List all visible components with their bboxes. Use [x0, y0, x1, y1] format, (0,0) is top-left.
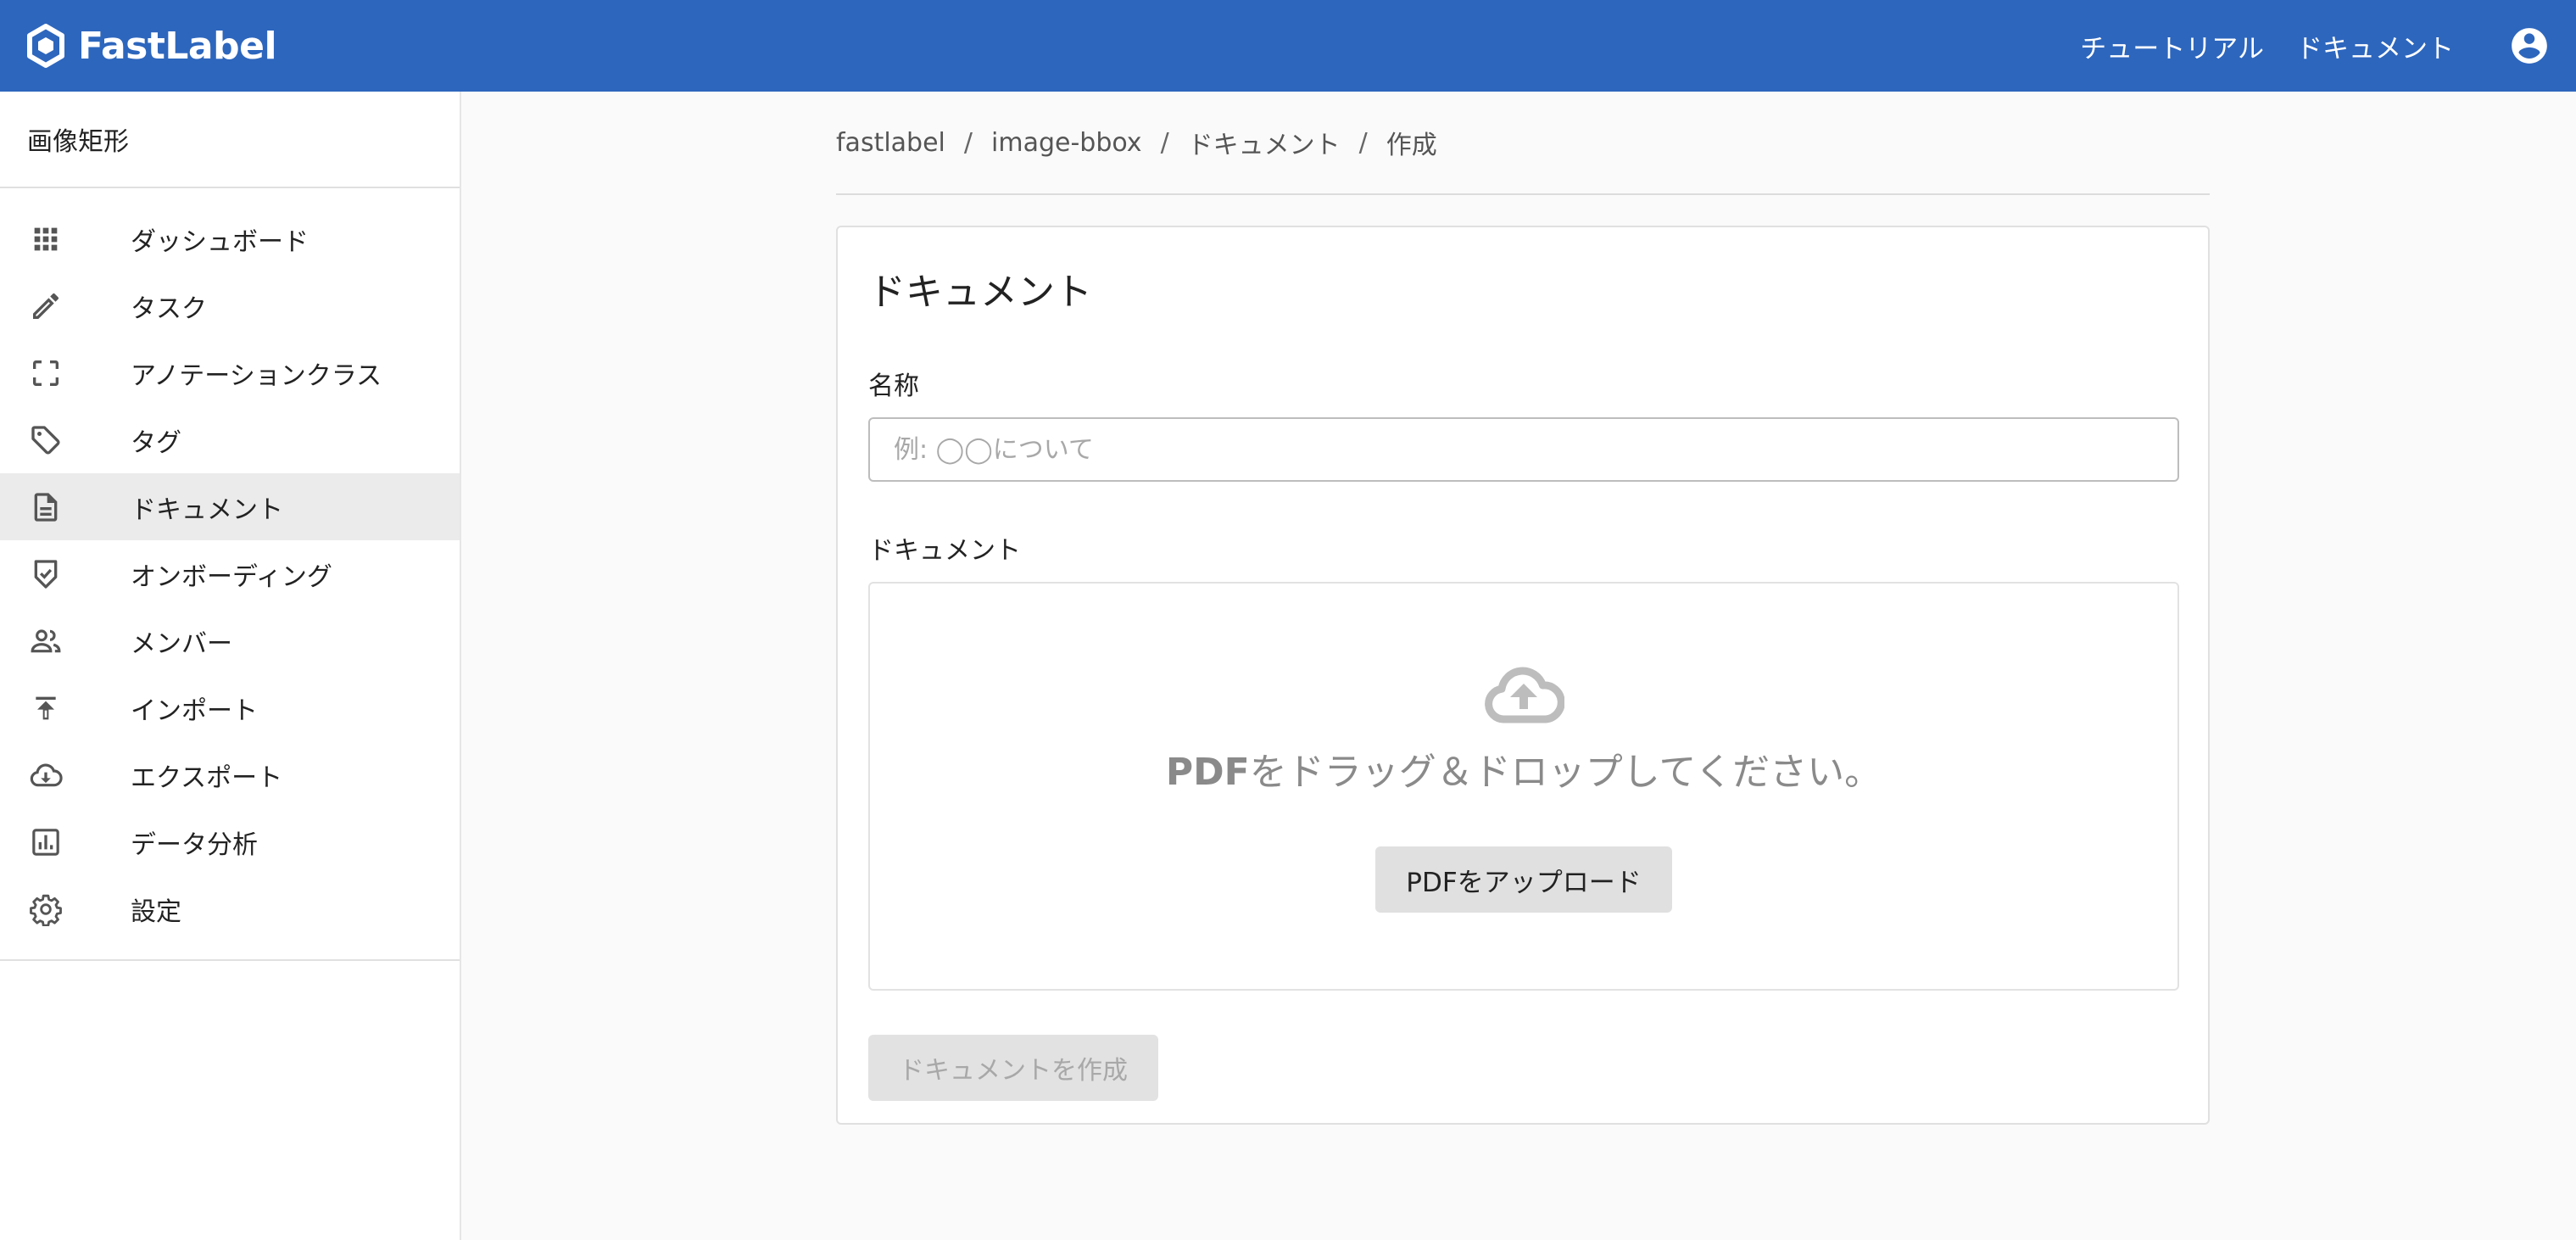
brand[interactable]: FastLabel	[25, 24, 277, 68]
breadcrumb-separator: /	[1358, 127, 1368, 158]
sidebar-item-label: アノテーションクラス	[131, 360, 382, 391]
shield-check-icon	[0, 557, 92, 591]
breadcrumb-item-documents[interactable]: ドキュメント	[1188, 124, 1341, 161]
name-field-label: 名称	[868, 371, 919, 401]
breadcrumb-item-project[interactable]: image-bbox	[991, 128, 1142, 158]
name-input[interactable]	[868, 417, 2179, 482]
sidebar-item-export[interactable]: エクスポート	[0, 741, 460, 808]
brand-name: FastLabel	[78, 24, 277, 68]
breadcrumb-item-workspace[interactable]: fastlabel	[836, 128, 945, 158]
sidebar-item-label: ドキュメント	[131, 494, 283, 525]
breadcrumb-item-current: 作成	[1386, 131, 1437, 160]
sidebar-item-analytics[interactable]: データ分析	[0, 808, 460, 875]
sidebar-item-label: ダッシュボード	[131, 226, 309, 257]
tag-icon	[0, 423, 92, 457]
sidebar-item-label: データ分析	[131, 829, 258, 860]
nav-document-link[interactable]: ドキュメント	[2296, 27, 2454, 65]
fastlabel-logo-icon	[27, 24, 64, 68]
sidebar-item-members[interactable]: メンバー	[0, 607, 460, 674]
nav-tutorial-link[interactable]: チュートリアル	[2080, 27, 2264, 65]
document-field-label: ドキュメント	[868, 536, 1021, 566]
upload-icon	[0, 691, 92, 725]
cloud-download-icon	[0, 758, 92, 792]
form-title: ドキュメント	[868, 271, 1092, 314]
sidebar-item-annotation-classes[interactable]: アノテーションクラス	[0, 339, 460, 406]
sidebar-item-label: エクスポート	[131, 762, 283, 793]
crop-free-icon	[0, 356, 92, 390]
header-nav: チュートリアル ドキュメント	[2080, 25, 2551, 67]
upload-pdf-button[interactable]: PDFをアップロード	[1375, 846, 1672, 913]
sidebar-item-onboarding[interactable]: オンボーディング	[0, 540, 460, 607]
sidebar-item-import[interactable]: インポート	[0, 674, 460, 741]
bar-chart-icon	[0, 825, 92, 859]
sidebar-item-label: インポート	[131, 695, 258, 726]
sidebar-item-label: タグ	[131, 427, 181, 458]
cloud-upload-icon	[1485, 667, 1564, 723]
sidebar-item-label: 設定	[131, 896, 181, 927]
breadcrumb: fastlabel / image-bbox / ドキュメント / 作成	[836, 92, 2210, 195]
sidebar-item-label: オンボーディング	[131, 561, 332, 592]
account-circle-icon[interactable]	[2508, 25, 2551, 67]
project-title: 画像矩形	[0, 92, 460, 188]
dropzone-instruction-rest: をドラッグ＆ドロップしてください。	[1249, 751, 1882, 794]
sidebar-item-dashboard[interactable]: ダッシュボード	[0, 205, 460, 272]
sidebar-item-settings[interactable]: 設定	[0, 875, 460, 942]
main-content: fastlabel / image-bbox / ドキュメント / 作成 ドキュ…	[836, 92, 2210, 1125]
sidebar-item-tasks[interactable]: タスク	[0, 272, 460, 339]
people-icon	[0, 624, 92, 658]
dropzone-instruction: PDFをドラッグ＆ドロップしてください。	[1166, 741, 1882, 796]
gear-icon	[0, 892, 92, 926]
sidebar: 画像矩形 ダッシュボード タスク アノテーションクラス タグ ドキュメント オン…	[0, 92, 461, 1240]
breadcrumb-separator: /	[963, 127, 973, 158]
sidebar-menu: ダッシュボード タスク アノテーションクラス タグ ドキュメント オンボーディン…	[0, 188, 460, 961]
pdf-dropzone[interactable]: PDFをドラッグ＆ドロップしてください。 PDFをアップロード	[868, 582, 2179, 991]
pencil-icon	[0, 289, 92, 323]
document-form-card: ドキュメント 名称 ドキュメント PDFをドラッグ＆ドロップしてください。 PD…	[836, 226, 2210, 1125]
apps-grid-icon	[0, 222, 92, 256]
app-header: FastLabel チュートリアル ドキュメント	[0, 0, 2576, 92]
sidebar-item-label: タスク	[131, 293, 207, 324]
sidebar-item-label: メンバー	[131, 628, 232, 659]
sidebar-item-documents[interactable]: ドキュメント	[0, 473, 460, 540]
dropzone-instruction-bold: PDF	[1165, 751, 1250, 794]
sidebar-item-tags[interactable]: タグ	[0, 406, 460, 473]
breadcrumb-separator: /	[1160, 127, 1169, 158]
document-icon	[0, 490, 92, 524]
create-document-button[interactable]: ドキュメントを作成	[868, 1035, 1158, 1101]
